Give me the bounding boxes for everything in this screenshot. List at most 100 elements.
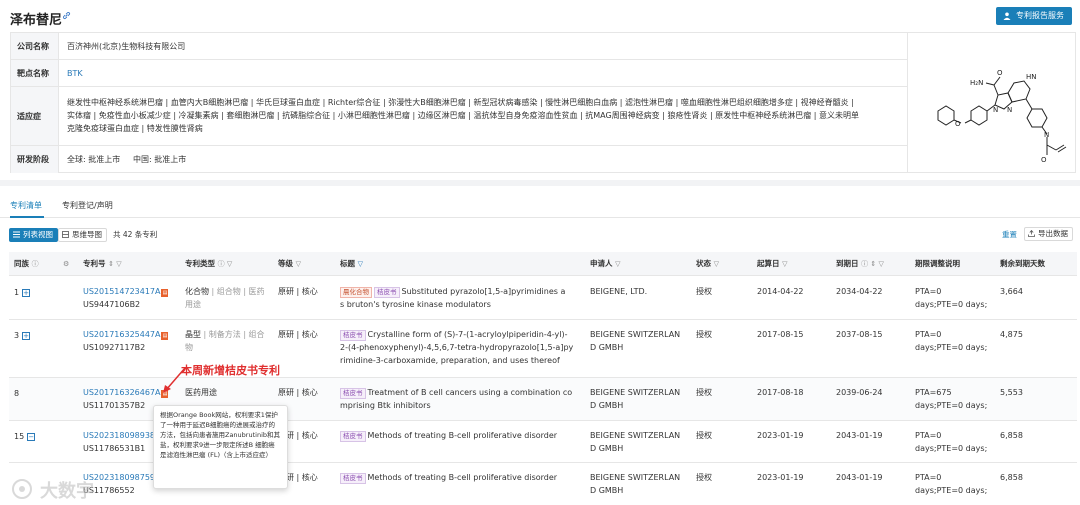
family-number: 8	[14, 389, 20, 398]
col-patent-no[interactable]: 专利号 ⇕ ▽	[83, 252, 122, 276]
applicant-name: BEIGENE SWITZERLAN	[590, 431, 681, 440]
adjust-line-1: PTA=0	[915, 473, 942, 482]
col-applicant[interactable]: 申请人 ▽	[590, 252, 621, 276]
service-button-label: 专利报告服务	[1016, 11, 1064, 20]
list-view-label: 列表视图	[23, 230, 53, 239]
phase-value: 全球: 批准上市 中国: 批准上市	[67, 155, 187, 164]
collapse-icon[interactable]: −	[27, 433, 36, 441]
list-view-button[interactable]: 列表视图	[9, 228, 58, 242]
type-cell: 化合物 | 组合物 | 医药 用途	[185, 285, 273, 311]
adjust-cell: PTA=0 days;PTE=0 days;	[915, 429, 987, 455]
tag-orange-book: 桔皮书	[340, 431, 366, 442]
patent-link[interactable]: US201716325447A	[83, 330, 160, 339]
title-cell: 桔皮书 Crystalline form of (S)-7-(1-acryloyl…	[340, 328, 585, 367]
col-family[interactable]: 同族 ⓘ	[14, 252, 39, 276]
orange-book-tooltip: 根据Orange Book网站，权利要求1保护了一种用于延迟B细胞癌的进展或治疗…	[153, 405, 288, 489]
company-row: 公司名称 百济神州(北京)生物科技有限公司	[11, 33, 907, 60]
tab-patent-list[interactable]: 专利清单	[10, 200, 42, 211]
patent-grant-no: US11786531B1	[83, 444, 146, 453]
expiry-date-cell: 2043-01-19	[836, 473, 883, 482]
page-header: 泽布替尼 专利报告服务	[0, 0, 1080, 30]
export-data-button[interactable]: 导出数据	[1024, 227, 1073, 241]
patent-no-cell: US201514723417A ▤ US9447106B2	[83, 285, 169, 311]
patent-table-header: 同族 ⓘ ⚙ 专利号 ⇕ ▽ 专利类型 ⓘ ▽ 等级 ▽ 标题 ▽ 申请人 ▽ …	[9, 252, 1077, 276]
title-text: Crystalline form of (S)-7-(1-acryloylpip…	[367, 330, 568, 339]
patent-report-service-button[interactable]: 专利报告服务	[996, 7, 1072, 25]
expand-icon[interactable]: +	[22, 289, 31, 297]
col-settings[interactable]: ⚙	[63, 252, 69, 276]
watermark: 大数字	[10, 475, 130, 503]
remaining-days-cell: 3,664	[1000, 287, 1023, 296]
family-cell: 3 +	[14, 329, 31, 342]
reset-link[interactable]: 重置	[1002, 228, 1017, 242]
col-title[interactable]: 标题 ▽	[340, 252, 363, 276]
col-remaining: 剩余到期天数	[1000, 252, 1045, 276]
filter-icon: ▽	[615, 260, 621, 268]
expiry-date-cell: 2039-06-24	[836, 388, 883, 397]
remaining-days-cell: 6,858	[1000, 473, 1023, 482]
patent-link[interactable]: US201514723417A	[83, 287, 160, 296]
applicant-cell: BEIGENE SWITZERLAN D GMBH	[590, 328, 680, 354]
col-start-label: 起算日	[757, 259, 780, 268]
applicant-name: BEIGENE SWITZERLAN	[590, 473, 681, 482]
col-level[interactable]: 等级 ▽	[278, 252, 301, 276]
applicant-name: BEIGENE, LTD.	[590, 287, 648, 296]
status-cell: 授权	[696, 388, 712, 397]
adjust-line-1: PTA=675	[915, 388, 952, 397]
filter-icon: ▽	[295, 260, 302, 268]
tab-bar: 专利清单 专利登记/声明	[0, 188, 1080, 218]
atom-o-ether: O	[955, 120, 961, 128]
family-cell: 1 +	[14, 286, 31, 299]
adjust-cell: PTA=0 days;PTE=0 days;	[915, 328, 987, 354]
link-icon[interactable]	[62, 11, 71, 20]
title-text-2: 2-(4-phenoxyphenyl)-4,5,6,7-tetra-hydrop…	[340, 343, 574, 352]
col-type[interactable]: 专利类型 ⓘ ▽	[185, 252, 232, 276]
tab-patent-registration[interactable]: 专利登记/声明	[62, 200, 113, 211]
family-number: 3	[14, 331, 20, 340]
title-text-2: mprising Btk inhibitors	[340, 401, 431, 410]
filter-icon: ▽	[713, 260, 720, 268]
expand-icon[interactable]: +	[22, 332, 31, 340]
status-cell: 授权	[696, 330, 712, 339]
col-remaining-label: 剩余到期天数	[1000, 259, 1045, 268]
applicant-name: BEIGENE SWITZERLAN	[590, 330, 681, 339]
col-expiry-label: 到期日	[836, 259, 859, 268]
indication-label: 适应症	[11, 87, 59, 145]
remaining-days-cell: 6,858	[1000, 431, 1023, 440]
col-status[interactable]: 状态 ▽	[696, 252, 719, 276]
patent-grant-no: US9447106B2	[83, 300, 141, 309]
patent-link[interactable]: US202318098938	[83, 431, 155, 440]
adjust-line-2: days;PTE=0 days;	[915, 486, 988, 495]
start-date-cell: 2017-08-15	[757, 330, 804, 339]
applicant-cell: BEIGENE, LTD.	[590, 285, 647, 298]
atom-nh: HN	[1026, 73, 1037, 81]
settings-icon: ⚙	[63, 260, 70, 268]
phase-label: 研发阶段	[11, 146, 59, 173]
patent-no-cell: US201716325447A ▤ US10927117B2	[83, 328, 169, 354]
level-cell: 原研 | 核心	[278, 287, 318, 296]
tag-orange-book: 桔皮书	[340, 330, 366, 341]
patent-link[interactable]: US201716326467A	[83, 388, 160, 397]
help-filter-icon: ⓘ ▽	[217, 260, 233, 268]
pdf-icon[interactable]: ▤	[161, 289, 169, 297]
chemical-structure: O O H₂N N N HN N O	[907, 33, 1076, 172]
pdf-icon[interactable]: ▤	[161, 332, 169, 340]
atom-n-2: N	[993, 106, 998, 114]
col-expiry[interactable]: 到期日 ⓘ ⇕ ▽	[836, 252, 884, 276]
target-value-link[interactable]: BTK	[67, 67, 83, 80]
mind-map-button[interactable]: 思维导图	[58, 228, 107, 242]
type-secondary: | 制备方法 | 组合	[201, 330, 265, 339]
family-number: 1	[14, 288, 20, 297]
title-cell: 桔皮书 Methods of treating B-cell proliferat…	[340, 471, 585, 484]
export-label: 导出数据	[1038, 229, 1068, 238]
indication-value: 继发性中枢神经系统淋巴瘤 | 血管内大B细胞淋巴瘤 | 华氏巨球蛋白血症 | R…	[67, 96, 903, 135]
company-value: 百济神州(北京)生物科技有限公司	[67, 42, 186, 51]
watermark-logo	[12, 479, 32, 499]
list-icon	[13, 231, 20, 238]
tag-orange-book: 桔皮书	[374, 287, 400, 298]
atom-o-amide: O	[997, 69, 1003, 77]
sort-filter-icon: ⇕ ▽	[108, 260, 122, 268]
level-cell: 原研 | 核心	[278, 388, 318, 397]
mind-map-icon	[62, 231, 69, 238]
col-start[interactable]: 起算日 ▽	[757, 252, 788, 276]
